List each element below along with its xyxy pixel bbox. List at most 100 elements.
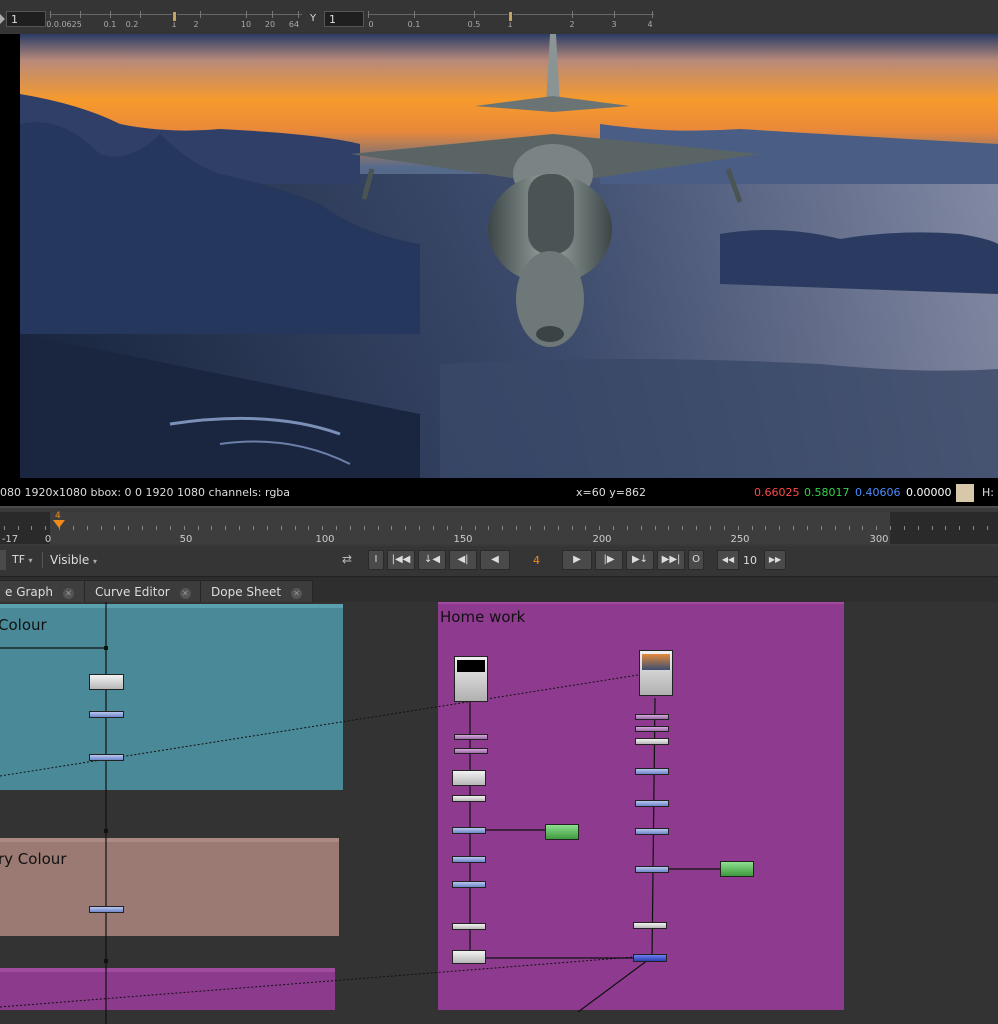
previous-keyframe-button[interactable]: ↓◀ [418,550,446,570]
timeline-tick [45,526,47,530]
timeline-tick [917,526,919,530]
timeline-tick [529,526,531,530]
in-point-button[interactable]: I [368,550,384,570]
timeline-tick [142,526,144,530]
node[interactable] [452,950,486,964]
visible-label: Visible [50,553,90,567]
viewer-image[interactable] [20,34,998,478]
node[interactable] [454,734,488,740]
viewer-gain-gamma-bar: 1 0.0.0625 0.1 0.2 1 2 10 20 64 Y 1 0 0.… [0,0,998,35]
node[interactable] [635,768,669,775]
tab-label: Curve Editor [95,585,170,599]
gamma-slider[interactable]: 0 0.1 0.5 1 2 3 4 [368,9,654,29]
node[interactable] [635,714,669,720]
timeline-tick [280,526,282,530]
timeline-tick [945,526,947,530]
timeline-tick [543,526,545,530]
timeline-tick [931,526,933,530]
timeline-tick [834,526,836,530]
loop-mode-icon[interactable]: ⇄ [342,552,352,566]
timeline-tick [474,526,476,530]
node[interactable] [452,795,486,802]
scale-label: 0 [368,20,374,29]
timeline-tick [903,526,905,530]
gamma-input[interactable]: 1 [324,11,364,27]
previous-frame-button[interactable]: ◀| [449,550,477,570]
gain-slider-handle[interactable] [172,11,177,22]
skip-forward-button[interactable]: ▶▶ [764,550,786,570]
node[interactable] [452,770,486,786]
first-frame-button[interactable]: |◀◀ [387,550,415,570]
timeline-tick [211,526,213,530]
timeline-tick [987,526,989,530]
node[interactable] [89,711,124,718]
node[interactable] [635,738,669,745]
node[interactable] [720,861,754,877]
timeline-tick [613,526,615,530]
close-icon[interactable]: ✕ [179,588,191,599]
timeline-tick [890,526,892,530]
timeline-tick [723,526,725,530]
tf-dropdown[interactable]: TF ▾ [12,553,33,566]
node[interactable] [635,726,669,732]
timeline-tick [862,526,864,530]
next-keyframe-button[interactable]: ▶↓ [626,550,654,570]
skip-back-button[interactable]: ◀◀ [717,550,739,570]
gamma-slider-handle[interactable] [508,11,513,22]
scale-label: 2 [569,20,575,29]
scale-label: 64 [288,20,300,29]
tab-curve-editor[interactable]: Curve Editor ✕ [84,580,202,602]
chevron-down-icon: ▾ [28,556,33,565]
scale-label: 3 [611,20,617,29]
viewer-info-bar: 080 1920x1080 bbox: 0 0 1920 1080 channe… [0,480,998,508]
timeline-tick [100,526,102,530]
timeline-tick [169,526,171,530]
node[interactable] [633,922,667,929]
timeline-tick [626,526,628,530]
timeline-tick [308,526,310,530]
close-icon[interactable]: ✕ [291,588,303,599]
last-frame-button[interactable]: ▶▶| [657,550,685,570]
scale-label: 10 [240,20,252,29]
tf-label: TF [12,553,26,566]
node[interactable] [633,954,667,962]
node[interactable] [454,748,488,754]
cursor-position: x=60 y=862 [576,486,646,499]
timeline-tick [557,526,559,530]
node[interactable] [452,827,486,834]
transport-bar: TF ▾ Visible ▾ ⇄ I |◀◀ ↓◀ ◀| ◀ 4 ▶ |▶ ▶↓… [0,546,998,577]
timeline-tick [72,526,74,530]
tab-dope-sheet[interactable]: Dope Sheet ✕ [200,580,314,602]
timeline-tick [377,526,379,530]
timeline[interactable]: -17 0 50 100 150 200 250 300 4 [0,508,998,546]
node[interactable] [452,881,486,888]
pixel-green-value: 0.58017 [804,486,850,499]
next-frame-button[interactable]: |▶ [595,550,623,570]
node[interactable] [635,828,669,835]
node[interactable] [635,800,669,807]
gain-slider[interactable]: 0.0.0625 0.1 0.2 1 2 10 20 64 [46,9,302,29]
play-forward-button[interactable]: ▶ [562,550,592,570]
node-graph-canvas[interactable]: Colour ry Colour Home work [0,602,998,1024]
read-node-thumbnail[interactable] [454,656,488,702]
gain-input[interactable]: 1 [6,11,46,27]
node[interactable] [452,856,486,863]
node[interactable] [89,754,124,761]
playhead-icon[interactable] [53,520,65,528]
close-icon[interactable]: ✕ [63,588,75,599]
tab-node-graph[interactable]: e Graph ✕ [0,580,86,602]
node[interactable] [545,824,579,840]
arrow-icon [0,14,5,24]
read-node-thumbnail[interactable] [639,650,673,696]
timeline-tick [696,526,698,530]
node[interactable] [89,906,124,913]
play-backward-button[interactable]: ◀ [480,550,510,570]
visible-dropdown[interactable]: Visible ▾ [50,553,97,567]
node[interactable] [635,866,669,873]
out-point-button[interactable]: O [688,550,704,570]
current-frame-field[interactable]: 4 [533,554,540,567]
node[interactable] [452,923,486,930]
frame-increment-field[interactable]: 10 [743,554,757,567]
node[interactable] [89,674,124,690]
timeline-tick [820,526,822,530]
